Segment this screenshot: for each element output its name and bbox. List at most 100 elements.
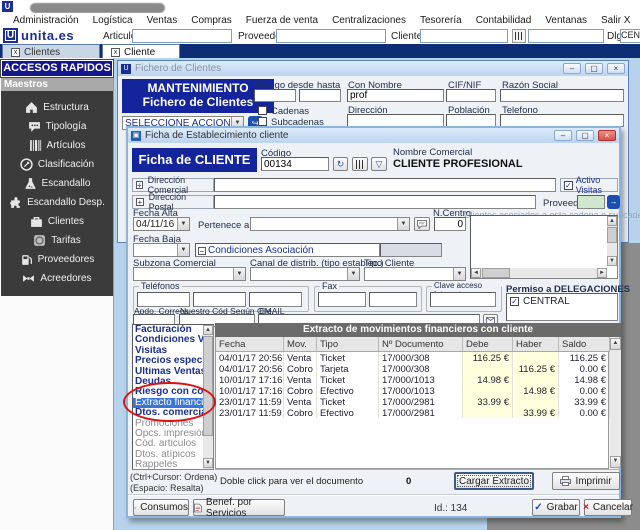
maximize-icon[interactable]: ▢ [576, 130, 594, 141]
fecha-baja-select[interactable]: ▼ [133, 243, 190, 257]
tipo-cliente-select[interactable]: ▼ [364, 267, 466, 281]
chevron-down-icon[interactable]: ▼ [397, 218, 409, 230]
barcode-icon[interactable] [352, 157, 368, 171]
pertenece-select[interactable]: ▼ [250, 217, 410, 231]
benef-servicios-button[interactable]: Benef. por Servicios [193, 499, 285, 516]
menu-compras[interactable]: Compras [184, 15, 239, 26]
direccion-postal-input[interactable] [214, 195, 536, 209]
sidebar-group-maestros[interactable]: Maestros [1, 78, 113, 91]
sidebar-item-articulos[interactable]: Artículos [1, 136, 113, 155]
section-item-dtos-comerciales[interactable]: Dtos. comerciales [133, 408, 213, 418]
table-row[interactable]: 10/01/17 17:16CobroEfectivo17/000/101314… [216, 385, 610, 396]
fax-input-2[interactable] [369, 292, 417, 307]
proveedor-input[interactable] [276, 29, 386, 43]
checked-checkbox[interactable]: ✓ [510, 297, 519, 306]
chevron-down-icon[interactable]: ▼ [177, 218, 189, 230]
search-code-input[interactable] [528, 29, 604, 43]
canal-select[interactable]: ▼ [250, 267, 360, 281]
tab-cliente[interactable]: x Cliente [102, 44, 180, 59]
codigo-hasta-input[interactable] [299, 89, 341, 102]
section-item-dtos-atipicos[interactable]: Dtos. atípicos [133, 450, 213, 460]
telefono-input-2[interactable] [193, 292, 246, 307]
col-mov[interactable]: Mov. [284, 337, 317, 351]
con-nombre-input[interactable] [347, 89, 444, 102]
table-row[interactable]: 23/01/17 11:59VentaTicket17/000/298133.9… [216, 396, 610, 407]
col-debe[interactable]: Debe [463, 337, 513, 351]
scroll-up-icon[interactable]: ▲ [203, 325, 213, 335]
sidebar-item-estructura[interactable]: Estructura [1, 98, 113, 117]
menu-tesoreria[interactable]: Tesorería [413, 15, 469, 26]
section-item-visitas[interactable]: Visitas [133, 346, 213, 356]
menu-centralizaciones[interactable]: Centralizaciones [325, 15, 413, 26]
tab-clientes[interactable]: x Clientes [2, 44, 100, 59]
minimize-icon[interactable]: – [563, 63, 581, 74]
chevron-down-icon[interactable]: ▼ [233, 268, 245, 280]
section-list-scrollbar[interactable]: ▲ ▼ [203, 325, 213, 469]
horizontal-scrollbar[interactable]: ◄ ► [471, 268, 607, 278]
menu-ventanas[interactable]: Ventanas [538, 15, 594, 26]
section-item-condiciones[interactable]: Condiciones Vent [133, 335, 213, 345]
comment-icon[interactable] [414, 217, 430, 231]
cadenas-checkbox[interactable] [258, 106, 267, 115]
table-row[interactable]: 10/01/17 17:16VentaTicket17/000/101314.9… [216, 374, 610, 385]
scroll-down-icon[interactable]: ▼ [607, 256, 617, 266]
sidebar-item-tipologia[interactable]: Tipología [1, 117, 113, 136]
scroll-right-icon[interactable]: ► [597, 268, 607, 278]
chevron-down-icon[interactable]: ▼ [453, 268, 465, 280]
cif-input[interactable] [446, 89, 496, 102]
scroll-left-icon[interactable]: ◄ [471, 268, 481, 278]
table-header-row[interactable]: Fecha Mov. Tipo Nº Documento Debe Haber … [216, 337, 610, 352]
close-icon[interactable]: × [607, 63, 625, 74]
proveedor-input[interactable] [577, 195, 605, 209]
cancelar-button[interactable]: × Cancelar [584, 499, 632, 516]
chevron-down-icon[interactable]: ▼ [347, 268, 359, 280]
delegacion-central-item[interactable]: ✓ CENTRAL [507, 294, 617, 309]
grabar-button[interactable]: ✓ Grabar [532, 499, 580, 516]
sidebar-item-escandallo-desp[interactable]: Escandallo Desp. [1, 193, 113, 212]
section-item-deudas[interactable]: Deudas [133, 377, 213, 387]
chevron-down-icon[interactable]: ▼ [177, 244, 189, 256]
telefono-input-3[interactable] [249, 292, 302, 307]
refresh-icon[interactable]: ↻ [333, 157, 348, 171]
section-item-promociones[interactable]: Promociones [133, 419, 213, 429]
fecha-alta-select[interactable]: 04/11/16▼ [133, 217, 190, 231]
scroll-thumb[interactable] [203, 336, 213, 436]
cargar-extracto-button[interactable]: Cargar Extracto [454, 472, 534, 490]
fichero-titlebar[interactable]: U Fichero de Clientes – ▢ × [118, 61, 628, 76]
scroll-thumb[interactable] [482, 268, 510, 278]
col-saldo[interactable]: Saldo [559, 337, 610, 351]
maximize-icon[interactable]: ▢ [585, 63, 603, 74]
sidebar-item-escandallo[interactable]: Escandallo [1, 174, 113, 193]
scroll-down-icon[interactable]: ▼ [203, 458, 213, 468]
consumos-button[interactable]: Consumos [133, 499, 189, 516]
activo-visitas-toggle[interactable]: ✓Activo Visitas [560, 178, 618, 192]
clave-internet-input[interactable] [430, 292, 496, 307]
menu-logistica[interactable]: Logística [86, 15, 140, 26]
vertical-scrollbar[interactable]: ▲ ▼ [607, 216, 617, 266]
col-documento[interactable]: Nº Documento [379, 337, 463, 351]
table-scrollbar[interactable]: ▲ ▼ [610, 338, 621, 468]
subcadenas-checkbox[interactable] [258, 117, 267, 126]
table-row[interactable]: 04/01/17 20:56VentaTicket17/000/308116.2… [216, 352, 610, 363]
section-item-riesgo[interactable]: Riesgo con cobro [133, 387, 213, 397]
direccion-comercial-toggle[interactable]: +Dirección Comercial [132, 178, 214, 192]
imprimir-button[interactable]: Imprimir [552, 472, 620, 490]
menu-salir[interactable]: Salir X [594, 15, 637, 26]
sidebar-item-proveedores[interactable]: Proveedores [1, 250, 113, 269]
menu-contabilidad[interactable]: Contabilidad [469, 15, 539, 26]
col-haber[interactable]: Haber [513, 337, 559, 351]
telefono-input-1[interactable] [137, 292, 190, 307]
section-item-ultimas-ventas[interactable]: Ultimas Ventas [133, 367, 213, 377]
table-row[interactable]: 04/01/17 20:56CobroTarjeta17/000/308116.… [216, 363, 610, 374]
minimize-icon[interactable]: – [554, 130, 572, 141]
menu-fuerza-de-venta[interactable]: Fuerza de venta [239, 15, 325, 26]
menu-administracion[interactable]: Administración [6, 15, 86, 26]
razon-social-input[interactable] [500, 89, 624, 102]
col-tipo[interactable]: Tipo [317, 337, 379, 351]
scroll-thumb[interactable] [607, 227, 617, 243]
section-item-precios[interactable]: Precios especiale [133, 356, 213, 366]
delegacion-select[interactable]: CEN [620, 29, 640, 43]
tab-close-icon[interactable]: x [111, 48, 120, 57]
articulo-input[interactable] [132, 29, 232, 43]
sidebar-item-tarifas[interactable]: Tarifas [1, 231, 113, 250]
